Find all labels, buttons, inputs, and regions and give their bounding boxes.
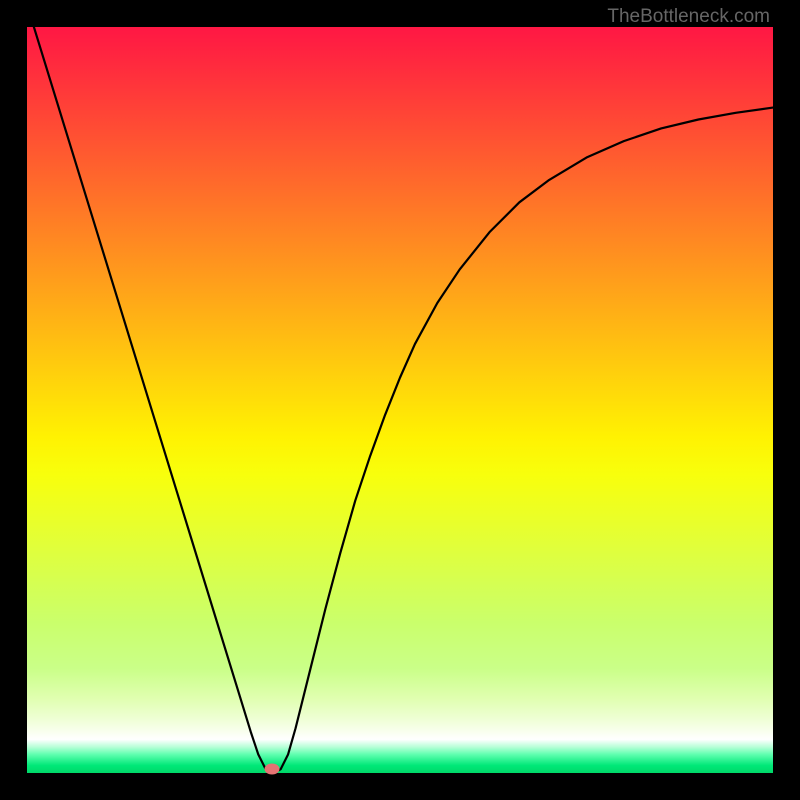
chart-background-gradient — [27, 27, 773, 773]
watermark-text: TheBottleneck.com — [607, 6, 770, 28]
